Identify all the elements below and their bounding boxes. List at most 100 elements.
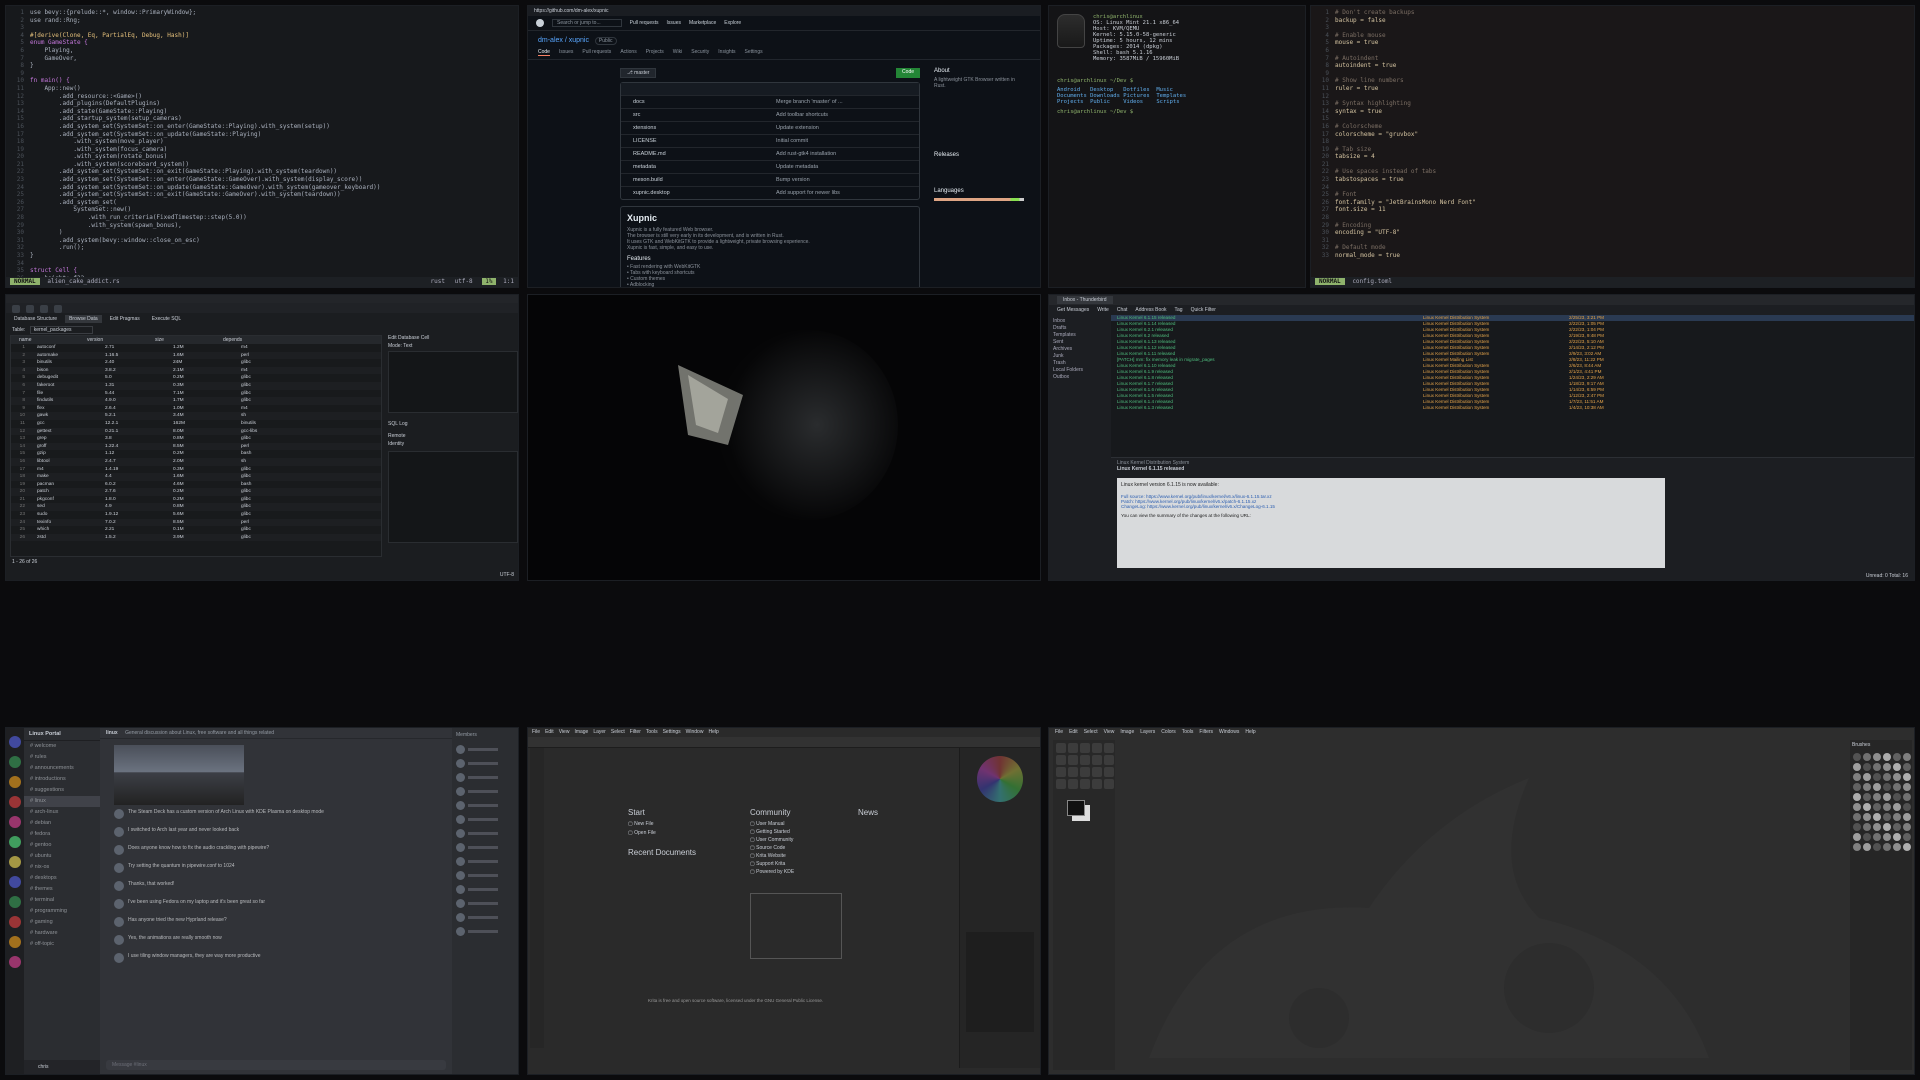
brush-icon[interactable] [1883,823,1891,831]
write-changes-icon[interactable] [40,305,48,313]
avatar[interactable] [114,845,124,855]
channel-item[interactable]: # announcements [24,763,100,774]
browser-github-window[interactable]: https://github.com/dm-alex/xupnic Search… [527,5,1041,288]
table-row[interactable]: 16 libtool 2.4.7 2.0M sh [11,457,381,466]
brush-icon[interactable] [1883,783,1891,791]
user-panel[interactable]: chris [24,1060,100,1074]
gimp-menu-item[interactable]: Tools [1182,729,1194,737]
folder-item[interactable]: Templates [1053,332,1107,339]
table-cell[interactable]: 1.7M [165,397,233,405]
tool-icon[interactable] [1068,779,1078,789]
table-cell[interactable]: findutils [29,397,97,405]
fg-bg-color-icon[interactable] [1067,800,1085,816]
brush-icon[interactable] [1873,753,1881,761]
mail-toolbar-button[interactable]: Get Messages [1057,307,1089,313]
member-item[interactable] [452,910,518,924]
community-link[interactable]: ▢ Support Krita [750,861,840,867]
table-cell[interactable]: sh [233,412,301,420]
table-row[interactable]: 24 texinfo 7.0.2 8.5M perl [11,518,381,527]
table-row[interactable]: 12 gettext 0.21.1 8.0M gcc-libs [11,427,381,436]
table-cell[interactable]: 5.44 [97,390,165,398]
table-row[interactable]: 7 file 5.44 7.1M glibc [11,390,381,398]
table-row[interactable]: 10 gawk 5.2.1 3.4M sh [11,412,381,420]
table-cell[interactable]: 7.1M [165,390,233,398]
file-name[interactable]: xupnic.desktop [633,187,776,199]
table-cell[interactable]: 6.0.2 [97,481,165,489]
table-cell[interactable]: 8.0M [165,428,233,436]
brush-icon[interactable] [1873,763,1881,771]
table-cell[interactable]: m4 [233,344,301,352]
table-cell[interactable]: 4.6M [165,481,233,489]
table-cell[interactable]: sh [233,458,301,466]
brush-icon[interactable] [1873,813,1881,821]
table-cell[interactable]: 4.9 [97,503,165,511]
brush-icon[interactable] [1903,783,1911,791]
table-cell[interactable]: 1.5.2 [97,534,165,542]
table-cell[interactable]: 1.2M [165,344,233,352]
db-tab[interactable]: Database Structure [10,315,61,323]
mail-toolbar-button[interactable]: Tag [1175,307,1183,313]
channel-item[interactable]: # themes [24,884,100,895]
table-cell[interactable]: glibc [233,526,301,534]
table-cell[interactable]: 162M [165,420,233,428]
layers-docker[interactable] [966,932,1034,1032]
table-cell[interactable]: 0.2M [165,374,233,382]
brush-icon[interactable] [1893,813,1901,821]
community-link[interactable]: ▢ User Manual [750,821,840,827]
message-input[interactable]: Message #linux [106,1060,446,1070]
avatar[interactable] [114,881,124,891]
member-item[interactable] [452,812,518,826]
server-icon[interactable] [9,776,21,788]
table-cell[interactable]: 1.8.0 [97,496,165,504]
channel-item[interactable]: # gentoo [24,840,100,851]
table-row[interactable]: 9 flex 2.6.4 1.0M m4 [11,405,381,413]
table-cell[interactable]: 1.0M [165,405,233,413]
brush-icon[interactable] [1903,813,1911,821]
table-row[interactable]: 26 zstd 1.5.2 3.9M glibc [11,533,381,542]
folder-item[interactable]: Drafts [1053,325,1107,332]
mail-client-window[interactable]: Inbox - Thunderbird Get Messages Write Cha… [1048,294,1915,581]
server-icon[interactable] [9,836,21,848]
repo-tab[interactable]: Wiki [673,49,682,56]
tool-icon[interactable] [1056,779,1066,789]
folder-item[interactable]: Local Folders [1053,367,1107,374]
gimp-menu-item[interactable]: View [1104,729,1115,737]
tool-icon[interactable] [1056,743,1066,753]
mail-toolbar-button[interactable]: Quick Filter [1191,307,1216,313]
tool-icon[interactable] [1056,767,1066,777]
search-input[interactable]: Search or jump to... [552,19,622,27]
db-browser-window[interactable]: Database Structure Browse Data Edit Pragma… [5,294,519,581]
brush-icon[interactable] [1883,843,1891,851]
channel-item[interactable]: # debian [24,818,100,829]
brush-icon[interactable] [1893,763,1901,771]
tool-icon[interactable] [1092,767,1102,777]
brush-icon[interactable] [1903,833,1911,841]
brush-icon[interactable] [1893,833,1901,841]
table-cell[interactable]: 2.1M [165,367,233,375]
krita-menu-item[interactable]: Tools [646,729,658,736]
table-cell[interactable]: 2.40 [97,359,165,367]
table-cell[interactable]: glibc [233,534,301,542]
krita-window[interactable]: File Edit View Image Layer Select Filter Tools S… [527,727,1041,1075]
brush-icon[interactable] [1863,783,1871,791]
column-header[interactable]: size [147,336,215,344]
brush-icon[interactable] [1883,833,1891,841]
file-name[interactable]: README.md [633,148,776,160]
folder-item[interactable]: Sent [1053,339,1107,346]
brush-icon[interactable] [1893,803,1901,811]
channel-item[interactable]: # gaming [24,917,100,928]
member-item[interactable] [452,924,518,938]
avatar[interactable] [114,809,124,819]
table-cell[interactable]: m4 [233,367,301,375]
brush-icon[interactable] [1863,813,1871,821]
member-item[interactable] [452,882,518,896]
member-item[interactable] [452,896,518,910]
column-header[interactable]: name [11,336,79,344]
table-cell[interactable]: glibc [233,390,301,398]
brush-icon[interactable] [1873,823,1881,831]
channel-item[interactable]: # nix-os [24,862,100,873]
github-logo-icon[interactable] [536,19,544,27]
tool-icon[interactable] [1080,767,1090,777]
table-row[interactable]: 11 gcc 12.2.1 162M binutils [11,420,381,428]
avatar[interactable] [114,899,124,909]
